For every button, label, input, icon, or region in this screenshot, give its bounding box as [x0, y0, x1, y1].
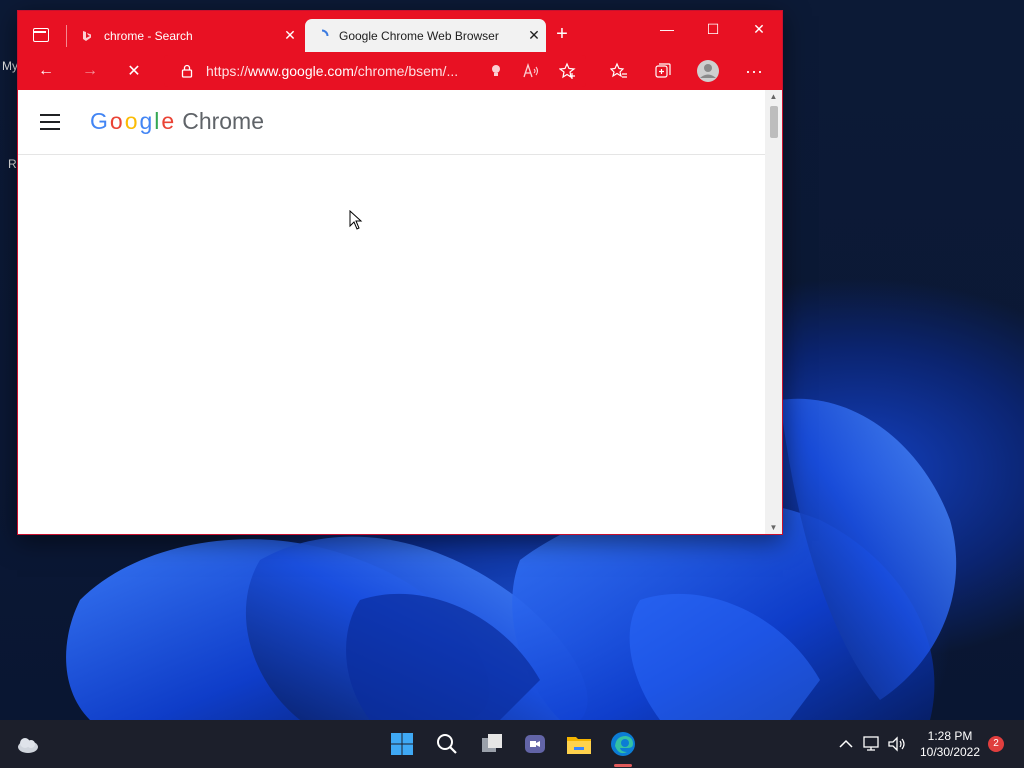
browser-toolbar: ← → ✕ https://www.google.com/chrome/bsem… [18, 52, 782, 90]
clock-time[interactable]: 1:28 PM [918, 729, 982, 743]
hamburger-menu-icon[interactable] [40, 114, 60, 130]
mouse-pointer-icon [349, 209, 363, 235]
favorites-icon[interactable] [606, 60, 632, 82]
vertical-scrollbar[interactable]: ▲ ▼ [765, 90, 782, 534]
logo-letter: o [124, 108, 138, 134]
tab-close-button[interactable]: ✕ [522, 27, 546, 44]
volume-icon[interactable] [883, 730, 911, 758]
desktop-label[interactable]: My [2, 59, 18, 73]
url-path: /chrome/bsem/... [353, 63, 459, 79]
taskbar: 1:28 PM 10/30/2022 [0, 720, 1024, 768]
notification-badge[interactable]: 2 [988, 736, 1004, 752]
url-domain: www.google.com [248, 63, 354, 79]
logo-letter: e [161, 108, 175, 134]
collections-icon[interactable] [650, 60, 676, 82]
lightbulb-icon[interactable] [483, 60, 509, 82]
forward-button[interactable]: → [77, 60, 103, 82]
browser-window: chrome - Search ✕ Google Chrome Web Brow… [17, 10, 783, 535]
tab-title: chrome - Search [104, 28, 193, 43]
scroll-thumb[interactable] [770, 106, 778, 138]
tab-close-button[interactable]: ✕ [278, 27, 302, 44]
page-content: Google Chrome [18, 90, 765, 534]
tab-chrome-search[interactable]: chrome - Search ✕ [70, 19, 302, 52]
url-scheme: https:// [206, 63, 249, 79]
scroll-down-icon[interactable]: ▼ [769, 523, 778, 532]
lock-icon[interactable] [180, 64, 194, 78]
new-tab-button[interactable]: + [550, 23, 574, 46]
file-explorer-icon[interactable] [565, 730, 593, 758]
tab-separator [66, 25, 67, 47]
search-icon[interactable] [433, 730, 461, 758]
maximize-button[interactable]: ☐ [690, 21, 736, 38]
weather-icon[interactable] [14, 730, 42, 758]
network-icon[interactable] [858, 730, 886, 758]
edge-browser-icon[interactable] [609, 730, 637, 758]
logo-letter: o [109, 108, 123, 134]
tab-actions-icon[interactable] [33, 28, 49, 42]
google-chrome-logo[interactable]: Google Chrome [90, 108, 264, 135]
title-bar[interactable]: chrome - Search ✕ Google Chrome Web Brow… [18, 11, 782, 52]
tab-title: Google Chrome Web Browser [339, 28, 499, 43]
bing-icon [80, 29, 94, 43]
scroll-up-icon[interactable]: ▲ [769, 92, 778, 101]
desktop-label[interactable]: R [8, 157, 17, 171]
loading-spinner-icon [315, 29, 329, 43]
read-aloud-icon[interactable] [518, 60, 544, 82]
logo-letter: G [90, 108, 108, 134]
logo-product-name: Chrome [182, 108, 265, 134]
site-header: Google Chrome [18, 90, 765, 155]
close-window-button[interactable]: ✕ [736, 21, 782, 38]
logo-letter: l [154, 108, 160, 134]
minimize-button[interactable]: — [644, 21, 690, 37]
teams-chat-icon[interactable] [521, 730, 549, 758]
start-button-icon[interactable] [388, 730, 416, 758]
tab-google-chrome[interactable]: Google Chrome Web Browser ✕ [305, 19, 546, 52]
chevron-up-icon[interactable] [832, 730, 860, 758]
logo-letter: g [139, 108, 153, 134]
active-app-indicator [614, 764, 632, 767]
settings-menu-button[interactable]: ··· [741, 60, 767, 82]
stop-button[interactable]: ✕ [121, 60, 147, 82]
task-view-icon[interactable] [478, 730, 506, 758]
add-favorite-icon[interactable] [555, 60, 581, 82]
clock-date[interactable]: 10/30/2022 [918, 745, 982, 759]
profile-avatar[interactable] [695, 60, 721, 82]
back-button[interactable]: ← [33, 60, 59, 82]
